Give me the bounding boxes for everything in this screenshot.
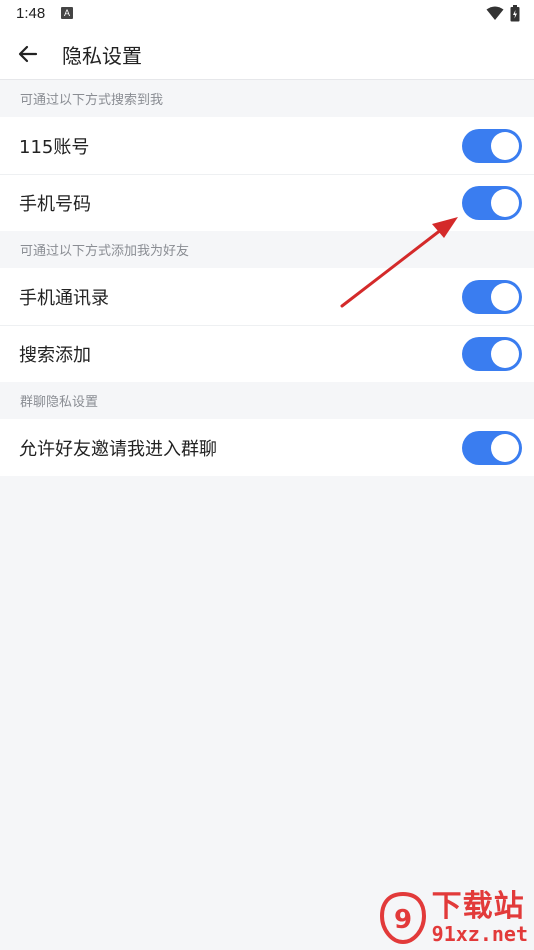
- battery-icon: [510, 5, 520, 27]
- setting-label: 手机号码: [19, 193, 91, 215]
- page-title: 隐私设置: [62, 44, 142, 68]
- setting-row-contacts: 手机通讯录: [0, 268, 534, 325]
- back-arrow-icon: [18, 45, 38, 63]
- toggle-knob: [491, 433, 519, 462]
- section-header-add-friend: 可通过以下方式添加我为好友: [0, 231, 534, 268]
- toggle-115-account[interactable]: [462, 128, 522, 163]
- setting-label: 搜索添加: [19, 344, 91, 366]
- toggle-knob: [491, 131, 519, 160]
- toggle-search-add[interactable]: [462, 336, 522, 371]
- section-header-group-privacy: 群聊隐私设置: [0, 382, 534, 419]
- watermark-site: 91xz.net: [431, 922, 528, 946]
- toggle-knob: [491, 282, 519, 311]
- setting-label: 手机通讯录: [19, 287, 109, 309]
- watermark-badge-icon: 9: [378, 890, 428, 946]
- watermark-logo: 9 下载站 91xz.net: [378, 890, 528, 946]
- toggle-knob: [491, 339, 519, 368]
- back-button[interactable]: [14, 40, 42, 68]
- toggle-knob: [491, 188, 519, 217]
- watermark-text: 下载站 91xz.net: [431, 889, 528, 946]
- setting-row-phone-number: 手机号码: [0, 174, 534, 231]
- toggle-group-invite[interactable]: [462, 430, 522, 465]
- wifi-icon: [486, 6, 504, 26]
- section-header-searchable: 可通过以下方式搜索到我: [0, 80, 534, 117]
- svg-text:9: 9: [394, 905, 412, 935]
- setting-row-group-invite: 允许好友邀请我进入群聊: [0, 419, 534, 476]
- notification-a-icon: A: [61, 7, 73, 19]
- setting-label: 115账号: [19, 136, 90, 158]
- status-icons: [486, 5, 520, 27]
- setting-row-search-add: 搜索添加: [0, 325, 534, 382]
- status-time: 1:48: [16, 5, 46, 22]
- toggle-contacts[interactable]: [462, 279, 522, 314]
- app-bar: 隐私设置: [0, 28, 534, 80]
- status-bar: 1:48 A: [0, 0, 534, 28]
- watermark-title: 下载站: [431, 889, 525, 924]
- setting-row-115-account: 115账号: [0, 117, 534, 174]
- setting-label: 允许好友邀请我进入群聊: [19, 438, 217, 460]
- toggle-phone-number[interactable]: [462, 185, 522, 220]
